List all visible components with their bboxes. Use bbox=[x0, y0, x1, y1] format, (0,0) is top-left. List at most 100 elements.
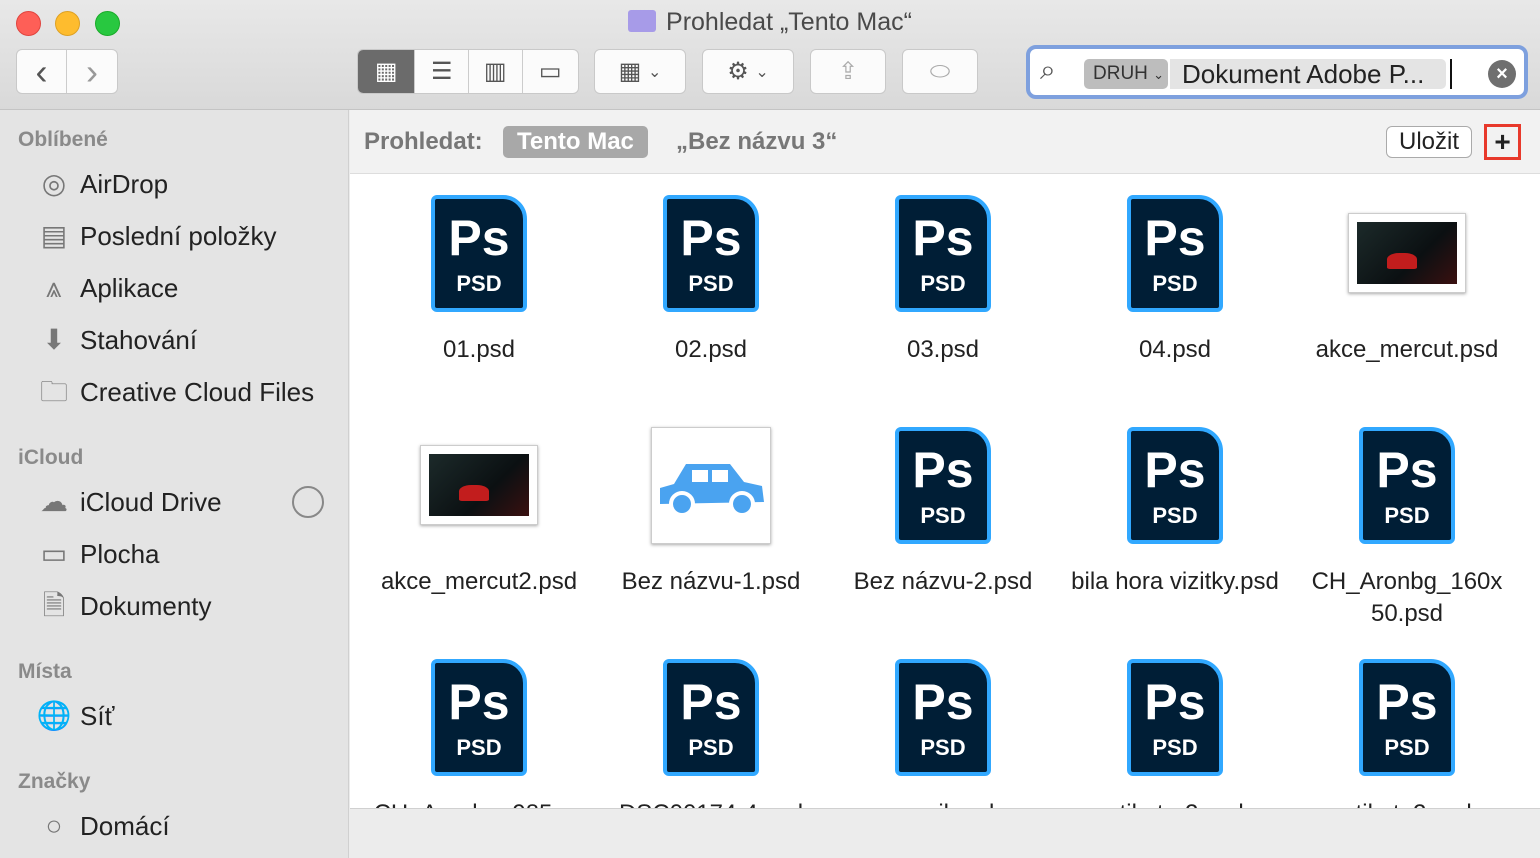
photoshop-file-icon: Ps PSD bbox=[1127, 195, 1223, 312]
image-thumbnail bbox=[420, 427, 538, 544]
photoshop-file-icon: Ps PSD bbox=[895, 659, 991, 776]
file-item[interactable]: PsPSD DSC00174-4.psd bbox=[595, 659, 827, 808]
sidebar-item-icloud-drive[interactable]: ☁ iCloud Drive bbox=[36, 486, 222, 518]
search-token-kind[interactable]: DRUH ⌄ bbox=[1084, 59, 1168, 89]
sidebar-item-creative-cloud[interactable]: 🗀 Creative Cloud Files bbox=[36, 376, 314, 408]
file-name: akce_mercut.psd bbox=[1315, 336, 1499, 363]
photoshop-file-icon: Ps PSD bbox=[1359, 659, 1455, 776]
tags-button[interactable]: ⬭ bbox=[902, 49, 978, 94]
file-name: etiketa-2.psd bbox=[1059, 798, 1291, 808]
gallery-view-button[interactable]: ▭ bbox=[523, 50, 578, 93]
nav-buttons: ‹ › bbox=[16, 49, 118, 94]
scope-label: Prohledat: bbox=[364, 128, 483, 155]
file-item[interactable]: Ps PSD CH_Aronbg_160x 50.psd bbox=[1291, 427, 1523, 630]
file-name: akce_mercut2.psd bbox=[380, 568, 578, 595]
group-button[interactable]: ▦ ⌄ bbox=[594, 49, 686, 94]
photoshop-file-icon: Ps PSD bbox=[663, 195, 759, 312]
sidebar-header-tags: Značky bbox=[18, 770, 91, 793]
photoshop-file-icon: Ps PSD bbox=[431, 659, 527, 776]
file-item[interactable]: PsPSD etiketa2.psd bbox=[1291, 659, 1523, 808]
gear-icon: ⚙ bbox=[727, 58, 749, 85]
sidebar-item-tag-domaci[interactable]: ○ Domácí bbox=[36, 810, 170, 842]
document-icon: 🗎 bbox=[42, 590, 66, 621]
file-item[interactable]: Ps PSD 04.psd bbox=[1059, 195, 1291, 366]
file-item[interactable]: PsPSD etiketa-2.psd bbox=[1059, 659, 1291, 808]
tag-icon: ⬭ bbox=[929, 57, 951, 85]
file-item[interactable]: Ps PSD 03.psd bbox=[827, 195, 1059, 366]
network-icon: 🌐 bbox=[36, 700, 72, 731]
add-criteria-button[interactable]: + bbox=[1484, 124, 1521, 160]
smart-folder-icon bbox=[628, 10, 657, 32]
list-view-button[interactable]: ☰ bbox=[415, 50, 469, 93]
car-thumbnail bbox=[651, 427, 771, 544]
save-search-button[interactable]: Uložit bbox=[1386, 126, 1473, 158]
file-item[interactable]: Ps PSD bila hora vizitky.psd bbox=[1059, 427, 1291, 598]
icloud-progress-icon bbox=[292, 486, 324, 518]
file-item[interactable]: akce_mercut.psd bbox=[1291, 195, 1523, 366]
file-name: etiketa2.psd bbox=[1291, 798, 1523, 808]
file-name: 02.psd bbox=[674, 336, 748, 363]
file-name: CH_Aronbg_985x... bbox=[363, 798, 595, 808]
clear-search-icon[interactable]: × bbox=[1488, 60, 1516, 88]
share-icon: ⇪ bbox=[837, 58, 859, 85]
sidebar-header-favorites: Oblíbené bbox=[18, 128, 108, 151]
sidebar: Oblíbené ◎ AirDrop ▤ Poslední položky ⩓ Apl… bbox=[0, 110, 349, 858]
sidebar-item-airdrop[interactable]: ◎ AirDrop bbox=[36, 168, 168, 200]
chevron-down-icon: ⌄ bbox=[755, 63, 769, 81]
photoshop-file-icon: Ps PSD bbox=[895, 195, 991, 312]
file-name: CH_Aronbg_160x 50.psd bbox=[1311, 568, 1503, 627]
file-name: bila hora vizitky.psd bbox=[1071, 568, 1279, 595]
photoshop-file-icon: Ps PSD bbox=[431, 195, 527, 312]
file-name: 01.psd bbox=[442, 336, 516, 363]
sidebar-item-applications[interactable]: ⩓ Aplikace bbox=[36, 272, 178, 304]
file-name: DSC00174-4.psd bbox=[595, 798, 827, 808]
search-token-value[interactable]: Dokument Adobe P... bbox=[1170, 59, 1446, 89]
icon-view-button[interactable]: ▦ bbox=[358, 50, 416, 93]
file-name: 04.psd bbox=[1138, 336, 1212, 363]
search-field[interactable]: ⌕ DRUH ⌄ Dokument Adobe P... × bbox=[1026, 45, 1528, 99]
photoshop-file-icon: Ps PSD bbox=[1127, 659, 1223, 776]
recents-icon: ▤ bbox=[40, 220, 68, 251]
file-item[interactable]: PsPSD email.psd bbox=[827, 659, 1059, 808]
title-bar: Prohledat „Tento Mac“ ‹ › ▦ ☰ ▥ ▭ ▦ ⌄ ⚙ … bbox=[0, 0, 1540, 110]
column-view-button[interactable]: ▥ bbox=[469, 50, 523, 93]
sidebar-item-downloads[interactable]: ⬇ Stahování bbox=[36, 324, 197, 356]
back-button[interactable]: ‹ bbox=[17, 50, 67, 93]
scope-folder[interactable]: „Bez názvu 3“ bbox=[676, 128, 837, 156]
file-item[interactable]: Ps PSD Bez názvu-2.psd bbox=[827, 427, 1059, 598]
desktop-icon: ▭ bbox=[40, 538, 68, 569]
search-icon: ⌕ bbox=[1040, 54, 1056, 85]
tag-circle-icon: ○ bbox=[45, 810, 63, 841]
sidebar-item-desktop[interactable]: ▭ Plocha bbox=[36, 538, 160, 570]
sidebar-header-icloud: iCloud bbox=[18, 446, 84, 469]
sidebar-header-places: Místa bbox=[18, 660, 72, 683]
sidebar-item-documents[interactable]: 🗎 Dokumenty bbox=[36, 590, 212, 622]
file-item[interactable]: akce_mercut2.psd bbox=[363, 427, 595, 598]
search-scope-bar: Prohledat: Tento Mac „Bez názvu 3“ Uloži… bbox=[350, 110, 1540, 174]
share-button[interactable]: ⇪ bbox=[810, 49, 886, 94]
photoshop-file-icon: Ps PSD bbox=[895, 427, 991, 544]
file-name: Bez názvu-2.psd bbox=[853, 568, 1033, 595]
file-item[interactable]: Ps PSD 01.psd bbox=[363, 195, 595, 366]
sidebar-item-recents[interactable]: ▤ Poslední položky bbox=[36, 220, 277, 252]
scope-this-mac[interactable]: Tento Mac bbox=[503, 126, 648, 158]
file-name: 03.psd bbox=[906, 336, 980, 363]
photoshop-file-icon: Ps PSD bbox=[1127, 427, 1223, 544]
file-name: email.psd bbox=[827, 798, 1059, 808]
group-icon: ▦ bbox=[618, 58, 642, 85]
file-item[interactable]: Bez názvu-1.psd bbox=[595, 427, 827, 598]
folder-icon: 🗀 bbox=[39, 376, 68, 407]
file-item[interactable]: Ps PSD 02.psd bbox=[595, 195, 827, 366]
applications-icon: ⩓ bbox=[46, 272, 62, 303]
image-thumbnail bbox=[1348, 195, 1466, 312]
file-item[interactable]: PsPSD CH_Aronbg_985x... bbox=[363, 659, 595, 808]
downloads-icon: ⬇ bbox=[42, 324, 66, 355]
sidebar-item-network[interactable]: 🌐 Síť bbox=[36, 700, 115, 732]
chevron-down-icon: ⌄ bbox=[647, 63, 662, 81]
action-button[interactable]: ⚙ ⌄ bbox=[702, 49, 794, 94]
photoshop-file-icon: Ps PSD bbox=[1359, 427, 1455, 544]
status-bar bbox=[350, 808, 1540, 858]
text-cursor bbox=[1450, 59, 1452, 89]
forward-button[interactable]: › bbox=[67, 50, 117, 93]
airdrop-icon: ◎ bbox=[41, 168, 67, 199]
